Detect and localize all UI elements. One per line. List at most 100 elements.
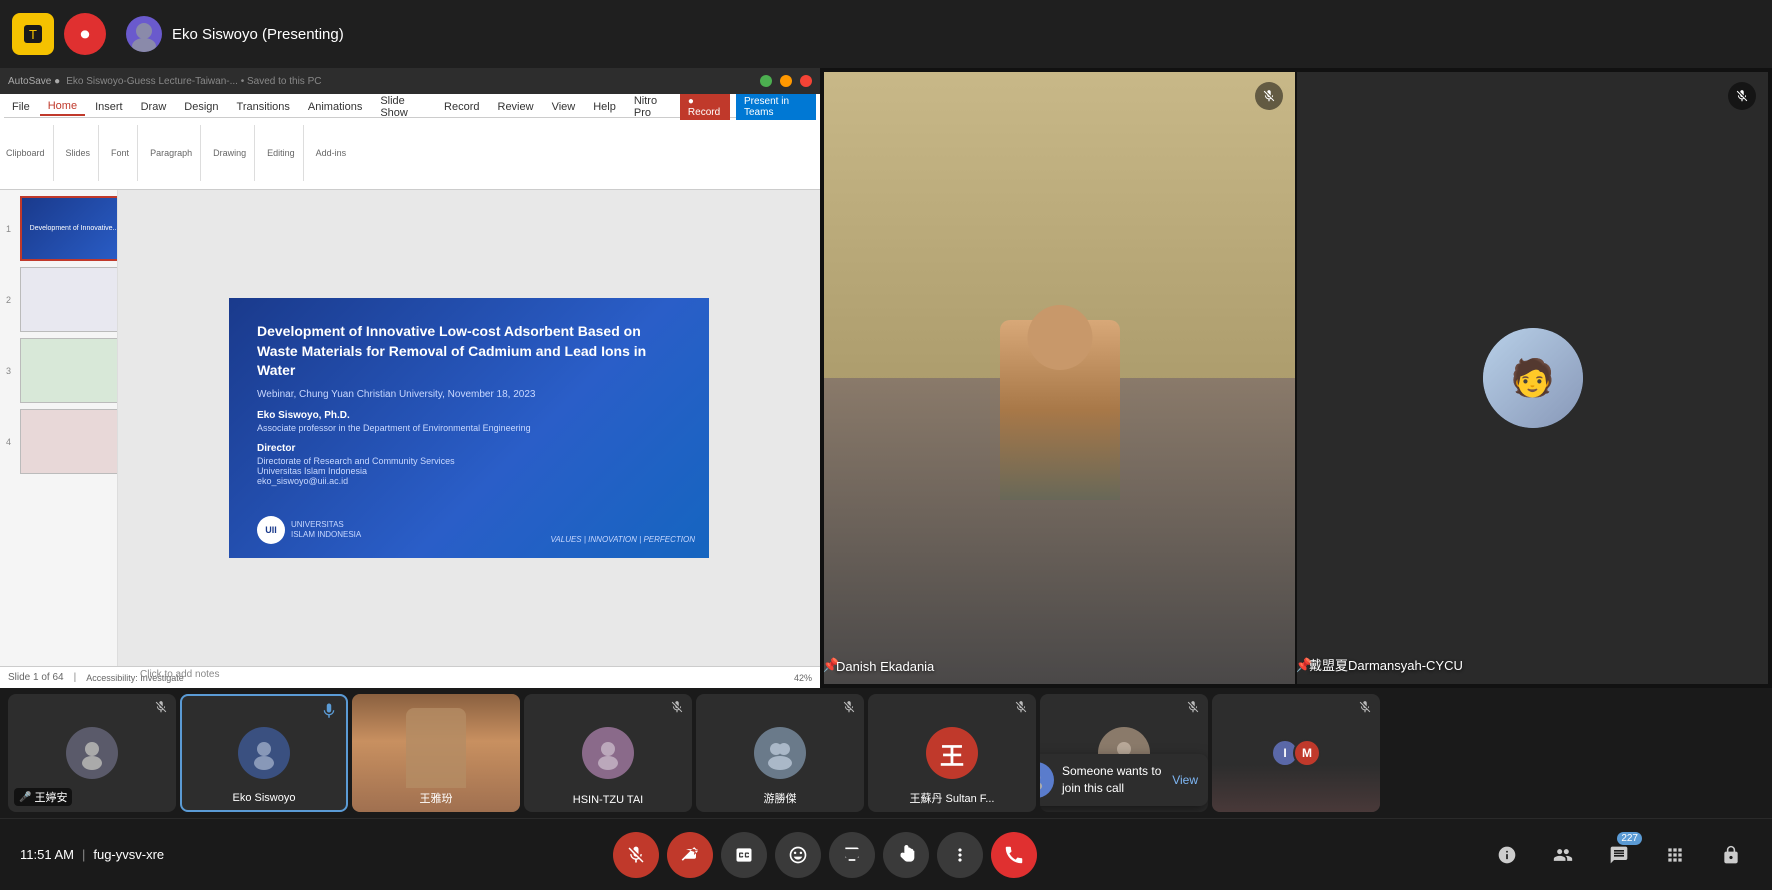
ppt-ribbon: File Home Insert Draw Design Transitions…	[0, 94, 820, 190]
ppt-statusbar: Slide 1 of 64 | Accessibility: Investiga…	[0, 666, 820, 688]
captions-button[interactable]	[721, 832, 767, 878]
participant-avatar-3	[582, 727, 634, 779]
present-button[interactable]	[829, 832, 875, 878]
svg-text:T: T	[29, 27, 37, 42]
toolbar-right: 227	[1486, 834, 1752, 876]
participant-mute-5	[1014, 700, 1028, 717]
tab-help[interactable]: Help	[585, 99, 624, 115]
tab-transitions[interactable]: Transitions	[229, 99, 298, 115]
participant-tile-4[interactable]: 游勝傑	[696, 694, 864, 812]
participant-mute-0	[154, 700, 168, 717]
tab-design[interactable]: Design	[176, 99, 226, 115]
slide-thumb-3[interactable]: 3	[20, 338, 113, 403]
participant-tile-0[interactable]: 🎤 王婷安	[8, 694, 176, 812]
toolbar-controls	[613, 832, 1037, 878]
ppt-maximize-btn[interactable]	[780, 75, 792, 87]
tab-view[interactable]: View	[544, 99, 584, 115]
presenter-info: Eko Siswoyo (Presenting)	[126, 16, 344, 52]
ppt-main-slide: Development of Innovative Low-cost Adsor…	[118, 190, 820, 666]
tab-record[interactable]: Record	[436, 99, 487, 115]
slide-subtitle: Webinar, Chung Yuan Christian University…	[257, 389, 681, 400]
participant-tile-1[interactable]: Eko Siswoyo	[180, 694, 348, 812]
tab-home[interactable]: Home	[40, 98, 85, 116]
ppt-content-area: 1 Development of Innovative... 2 3	[0, 190, 820, 666]
participant-name-5: 王蘇丹 Sultan F...	[868, 790, 1036, 806]
participant-avatar-5: 王	[926, 727, 978, 779]
ppt-zoom[interactable]: 42%	[794, 673, 812, 683]
participants-button[interactable]	[1542, 834, 1584, 876]
info-button[interactable]	[1486, 834, 1528, 876]
participant-mute-7	[1358, 700, 1372, 717]
mic-button[interactable]	[613, 832, 659, 878]
meeting-time: 11:51 AM	[20, 847, 74, 862]
darmansyah-name: 戴盟夏Darmansyah-CYCU	[1309, 655, 1463, 674]
tab-file[interactable]: File	[4, 99, 38, 115]
raise-hand-button[interactable]	[883, 832, 929, 878]
ppt-title: Eko Siswoyo-Guess Lecture-Taiwan-... • S…	[66, 76, 321, 87]
slide-department: Directorate of Research and Community Se…	[257, 456, 681, 466]
hangup-button[interactable]	[991, 832, 1037, 878]
ribbon-paragraph-label: Paragraph	[150, 148, 192, 158]
participant-tile-5[interactable]: 王 王蘇丹 Sultan F...	[868, 694, 1036, 812]
multi-avatar-group: I M	[1271, 739, 1321, 767]
record-icon[interactable]: ⏺	[64, 13, 106, 55]
participant-tile-2[interactable]: 王雅玢	[352, 694, 520, 812]
slide-thumb-4[interactable]: 4	[20, 409, 113, 474]
slide-presenter-name: Eko Siswoyo, Ph.D.	[257, 410, 681, 421]
participant-badge-0: 🎤 王婷安	[14, 788, 72, 806]
chat-button[interactable]: 227	[1598, 834, 1640, 876]
reactions-button[interactable]	[775, 832, 821, 878]
slide-logo: UII UNIVERSITASISLAM INDONESIA	[257, 516, 361, 544]
tab-review[interactable]: Review	[490, 99, 542, 115]
participant-tile-7[interactable]: I M	[1212, 694, 1380, 812]
video-grid: 📌 Danish Ekadania 🧑 📌 戴盟夏Darmansyah-CYCU	[820, 68, 1772, 688]
participant-tile-3[interactable]: HSIN-TZU TAI	[524, 694, 692, 812]
btn-present-in-teams[interactable]: Present in Teams	[736, 94, 816, 120]
main-area: AutoSave ● Eko Siswoyo-Guess Lecture-Tai…	[0, 68, 1772, 688]
video-tile-danish: 📌 Danish Ekadania	[824, 72, 1295, 684]
slide-title: Development of Innovative Low-cost Adsor…	[257, 322, 681, 381]
meeting-id: fug-yvsv-xre	[93, 847, 164, 862]
tab-animations[interactable]: Animations	[300, 99, 370, 115]
slide-presenter-role: Associate professor in the Department of…	[257, 423, 681, 433]
slide-area: AutoSave ● Eko Siswoyo-Guess Lecture-Tai…	[0, 68, 820, 688]
participant-speaking-1	[320, 702, 338, 725]
tab-insert[interactable]: Insert	[87, 99, 131, 115]
ppt-slides-panel[interactable]: 1 Development of Innovative... 2 3	[0, 190, 118, 666]
participant-avatar-0	[66, 727, 118, 779]
slide-thumb-1[interactable]: 1 Development of Innovative...	[20, 196, 113, 261]
presenter-avatar	[126, 16, 162, 52]
participant-tile-6[interactable]: denny derm... Someone wants to join this…	[1040, 694, 1208, 812]
bottom-toolbar: 11:51 AM | fug-yvsv-xre	[0, 818, 1772, 890]
danish-name: Danish Ekadania	[836, 659, 934, 674]
ribbon-drawing-label: Drawing	[213, 148, 246, 158]
participant-mute-3	[670, 700, 684, 717]
notification-text: Someone wants to join this call	[1062, 763, 1164, 797]
slide-email: eko_siswoyo@uii.ac.id	[257, 476, 681, 486]
top-bar: T ⏺ Eko Siswoyo (Presenting)	[0, 0, 1772, 68]
tab-slideshow[interactable]: Slide Show	[372, 93, 434, 121]
slide-content: Development of Innovative Low-cost Adsor…	[229, 298, 709, 558]
ribbon-font-label: Font	[111, 148, 129, 158]
join-notification: Someone wants to join this call View	[1040, 754, 1208, 806]
chat-badge: 227	[1617, 832, 1642, 845]
participant-mute-4	[842, 700, 856, 717]
tab-draw[interactable]: Draw	[133, 99, 175, 115]
apps-button[interactable]	[1654, 834, 1696, 876]
participant-avatar-1	[238, 727, 290, 779]
notification-view-btn[interactable]: View	[1172, 773, 1198, 787]
camera-button[interactable]	[667, 832, 713, 878]
ppt-close-btn[interactable]	[800, 75, 812, 87]
ppt-minimize-btn[interactable]	[760, 75, 772, 87]
presenter-name: Eko Siswoyo (Presenting)	[172, 26, 344, 43]
btn-record[interactable]: ● Record	[680, 94, 730, 120]
slide-thumb-2[interactable]: 2	[20, 267, 113, 332]
ppt-ribbon-content: Clipboard Slides Font Paragraph Drawing	[4, 118, 816, 188]
more-options-button[interactable]	[937, 832, 983, 878]
toolbar-time-info: 11:51 AM | fug-yvsv-xre	[20, 847, 164, 862]
tab-nitro[interactable]: Nitro Pro	[626, 93, 678, 121]
ribbon-editing-label: Editing	[267, 148, 295, 158]
ribbon-addins-label: Add-ins	[316, 148, 347, 158]
lock-button[interactable]	[1710, 834, 1752, 876]
darmansyah-avatar: 🧑	[1483, 328, 1583, 428]
